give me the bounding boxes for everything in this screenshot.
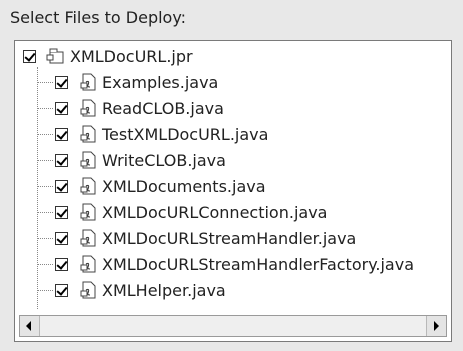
file-tree-panel: XMLDocURL.jpr Examples.java ReadCLOB.jav… [14,40,452,342]
tree-item-label: XMLDocURLConnection.java [102,202,328,222]
item-checkbox[interactable] [55,283,68,297]
java-file-icon [78,124,98,144]
java-file-icon [78,228,98,248]
java-file-icon [78,280,98,300]
tree-branch-line [37,238,53,239]
tree-branch-line [37,82,53,83]
java-file-icon [78,176,98,196]
java-file-icon [78,98,98,118]
tree-item-row[interactable]: XMLDocURLConnection.java [55,199,327,225]
tree-item-row[interactable]: Examples.java [55,69,218,95]
tree-item-row[interactable]: XMLDocuments.java [55,173,266,199]
tree-guide-line [37,67,38,309]
tree-item-row[interactable]: XMLHelper.java [55,277,226,303]
tree-item-row[interactable]: WriteCLOB.java [55,147,226,173]
tree-item-row[interactable]: ReadCLOB.java [55,95,224,121]
item-checkbox[interactable] [55,75,68,89]
item-checkbox[interactable] [55,101,68,115]
item-checkbox[interactable] [55,205,68,219]
tree-item-label: XMLDocuments.java [102,176,266,196]
tree-item-label: XMLDocURLStreamHandler.java [102,228,357,248]
tree-branch-line [37,134,53,135]
project-file-icon [46,46,66,66]
item-checkbox[interactable] [55,179,68,193]
item-checkbox[interactable] [55,153,68,167]
tree-branch-line [37,290,53,291]
item-checkbox[interactable] [55,231,68,245]
horizontal-scrollbar[interactable] [19,315,447,337]
tree-item-row[interactable]: XMLDocURLStreamHandler.java [55,225,356,251]
tree-item-label: Examples.java [102,72,219,92]
tree-root-row[interactable]: XMLDocURL.jpr [23,43,193,69]
scroll-left-arrow-icon[interactable] [20,316,40,336]
root-checkbox[interactable] [23,49,36,63]
tree-branch-line [37,108,53,109]
tree-branch-line [37,186,53,187]
java-file-icon [78,150,98,170]
tree-item-label: XMLDocURLStreamHandlerFactory.java [102,254,414,274]
java-file-icon [78,202,98,222]
tree-item-label: WriteCLOB.java [102,150,226,170]
scroll-right-arrow-icon[interactable] [426,316,446,336]
item-checkbox[interactable] [55,127,68,141]
panel-heading: Select Files to Deploy: [10,8,187,27]
java-file-icon [78,72,98,92]
tree-item-label: XMLHelper.java [102,280,226,300]
tree-item-row[interactable]: TestXMLDocURL.java [55,121,268,147]
tree-branch-line [37,264,53,265]
tree-item-row[interactable]: XMLDocURLStreamHandlerFactory.java [55,251,414,277]
tree-branch-line [37,160,53,161]
tree-item-label: TestXMLDocURL.java [102,124,269,144]
tree-item-label: XMLDocURL.jpr [70,46,193,66]
tree-item-label: ReadCLOB.java [102,98,224,118]
java-file-icon [78,254,98,274]
file-tree: XMLDocURL.jpr Examples.java ReadCLOB.jav… [15,41,451,313]
item-checkbox[interactable] [55,257,68,271]
tree-branch-line [37,212,53,213]
